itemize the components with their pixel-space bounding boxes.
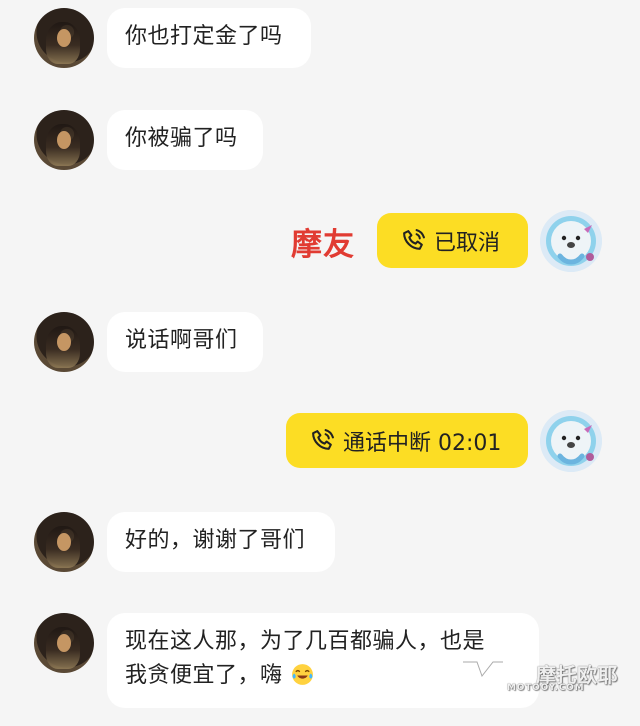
phone-icon — [312, 429, 334, 450]
message-text: 你被骗了吗 — [125, 126, 238, 151]
call-status-label: 通话中断 02:01 — [343, 430, 502, 456]
phone-icon — [403, 229, 425, 250]
seal-avatar-icon — [540, 210, 602, 272]
watermark-logo-icon — [461, 660, 505, 678]
call-status-label: 已取消 — [434, 230, 501, 256]
incoming-message[interactable]: 说话啊哥们 — [107, 312, 263, 372]
user-avatar[interactable] — [540, 210, 602, 272]
incoming-message[interactable]: 你也打定金了吗 — [107, 8, 311, 68]
message-text: 我贪便宜了，嗨 — [125, 663, 283, 688]
seal-avatar-icon — [540, 410, 602, 472]
contact-avatar[interactable] — [34, 110, 94, 170]
message-text: 说话啊哥们 — [125, 328, 238, 353]
interrupted-call-message[interactable]: 通话中断 02:01 — [286, 413, 528, 468]
incoming-message[interactable]: 你被骗了吗 — [107, 110, 263, 170]
message-line: 现在这人那，为了几百都骗人，也是 — [125, 629, 486, 654]
message-text: 好的，谢谢了哥们 — [125, 528, 306, 553]
red-annotation: 摩友 — [291, 227, 355, 263]
cancelled-call-message[interactable]: 已取消 — [377, 213, 528, 268]
contact-avatar[interactable] — [34, 312, 94, 372]
contact-avatar[interactable] — [34, 512, 94, 572]
user-avatar[interactable] — [540, 410, 602, 472]
contact-avatar[interactable] — [34, 8, 94, 68]
message-text: 你也打定金了吗 — [125, 24, 283, 49]
crying-laughing-emoji-icon — [292, 664, 313, 685]
watermark-url: MOTOOY.COM — [507, 683, 585, 693]
contact-avatar[interactable] — [34, 613, 94, 673]
incoming-message[interactable]: 好的，谢谢了哥们 — [107, 512, 335, 572]
